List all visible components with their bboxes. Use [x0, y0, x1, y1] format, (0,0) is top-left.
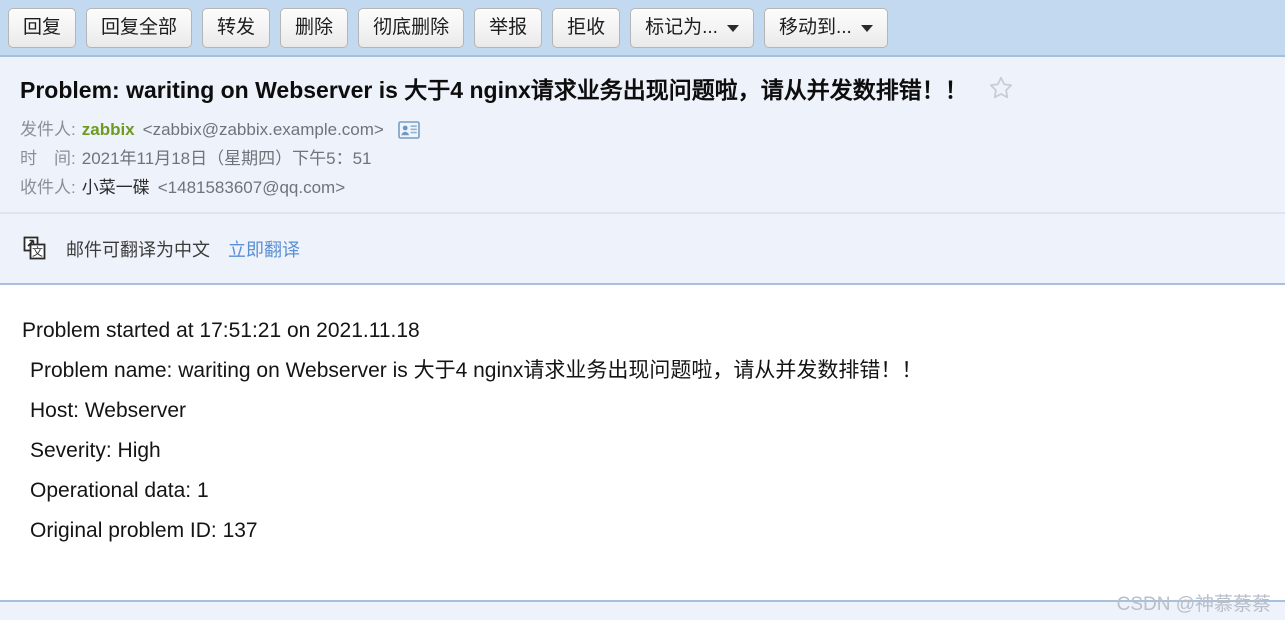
reply-all-button-label: 回复全部: [101, 17, 178, 38]
forward-button-label: 转发: [217, 17, 256, 38]
permanently-delete-button[interactable]: 彻底删除: [358, 7, 465, 48]
chevron-down-icon: [860, 25, 873, 32]
subject-row: Problem: wariting on Webserver is 大于4 ng…: [0, 71, 1285, 105]
sender-address[interactable]: <zabbix@zabbix.example.com>: [143, 115, 384, 144]
reject-button[interactable]: 拒收: [552, 7, 621, 48]
body-line-original-problem-id: Original problem ID: 137: [30, 519, 258, 542]
csdn-watermark: CSDN @神慕蔡蔡: [1116, 594, 1271, 615]
move-to-dropdown-button[interactable]: 移动到...: [763, 7, 888, 48]
translate-icon: 文: [20, 234, 50, 264]
chevron-down-icon: [726, 25, 739, 32]
body-line-host: Host: Webserver: [30, 399, 186, 422]
svg-text:文: 文: [32, 244, 43, 258]
time-value: 2021年11月18日（星期四）下午5：51: [81, 149, 372, 168]
mail-toolbar: 回复 回复全部 转发 删除 彻底删除 举报 拒收 标记为... 移动到...: [0, 0, 1285, 57]
report-button-label: 举报: [489, 17, 528, 38]
mark-as-dropdown-button[interactable]: 标记为...: [630, 7, 754, 48]
star-outline-icon[interactable]: [988, 75, 1014, 101]
body-line-problem-name: Problem name: wariting on Webserver is 大…: [30, 359, 923, 382]
reply-button-label: 回复: [23, 17, 62, 38]
sender-row: 发件人: zabbix <zabbix@zabbix.example.com>: [0, 115, 1285, 144]
sender-label: 发件人:: [20, 120, 76, 139]
mark-as-dropdown-label: 标记为...: [645, 17, 718, 38]
translate-message: 邮件可翻译为中文: [66, 239, 210, 260]
recipient-row: 收件人: 小菜一碟 <1481583607@qq.com>: [0, 173, 1285, 202]
recipient-address[interactable]: <1481583607@qq.com>: [158, 173, 345, 202]
body-line-severity: Severity: High: [30, 439, 161, 462]
mail-body: Problem started at 17:51:21 on 2021.11.1…: [0, 285, 1285, 551]
translate-bar: 文 邮件可翻译为中文 立即翻译: [0, 213, 1285, 285]
reject-button-label: 拒收: [567, 17, 606, 38]
permanently-delete-button-label: 彻底删除: [373, 17, 450, 38]
delete-button[interactable]: 删除: [280, 7, 349, 48]
sender-name[interactable]: zabbix: [82, 115, 135, 144]
time-label: 时 间:: [20, 149, 76, 168]
time-row: 时 间: 2021年11月18日（星期四）下午5：51: [0, 144, 1285, 173]
translate-now-link[interactable]: 立即翻译: [228, 236, 300, 262]
reply-button[interactable]: 回复: [8, 7, 77, 48]
reply-all-button[interactable]: 回复全部: [86, 7, 193, 48]
body-line-problem-started: Problem started at 17:51:21 on 2021.11.1…: [22, 319, 420, 342]
forward-button[interactable]: 转发: [202, 7, 271, 48]
move-to-dropdown-label: 移动到...: [778, 17, 852, 38]
contact-card-icon[interactable]: [398, 120, 420, 139]
report-button[interactable]: 举报: [474, 7, 543, 48]
delete-button-label: 删除: [295, 17, 334, 38]
recipient-name[interactable]: 小菜一碟: [82, 173, 150, 202]
footer-strip: [0, 600, 1285, 620]
mail-subject: Problem: wariting on Webserver is 大于4 ng…: [20, 77, 968, 103]
recipient-label: 收件人:: [20, 178, 76, 197]
body-line-operational-data: Operational data: 1: [30, 479, 209, 502]
mail-header: Problem: wariting on Webserver is 大于4 ng…: [0, 57, 1285, 213]
